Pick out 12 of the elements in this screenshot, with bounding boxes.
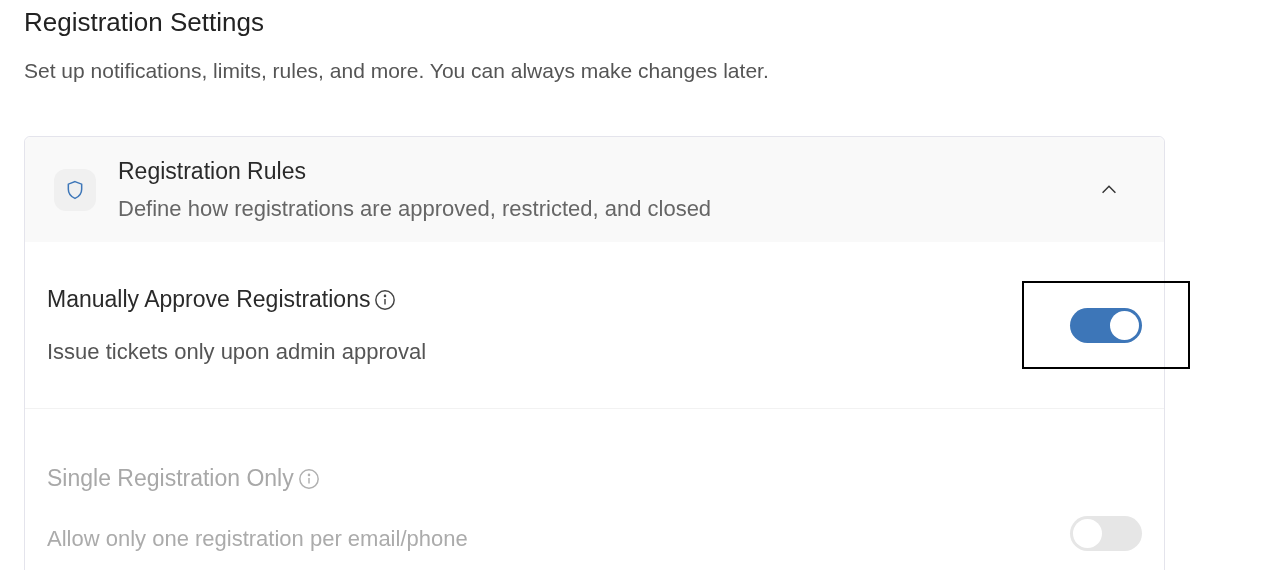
section-title: Registration Rules (118, 156, 307, 186)
section-description: Define how registrations are approved, restricted, and closed (118, 195, 713, 224)
setting-title: Manually Approve Registrations (47, 285, 371, 315)
page-subtitle: Set up notifications, limits, rules, and more. You can always make changes later. (24, 58, 770, 84)
setting-description: Allow only one registration per email/phone (47, 524, 469, 553)
shield-icon (54, 168, 96, 211)
setting-description: Issue tickets only upon admin approval (47, 337, 428, 366)
info-icon[interactable] (374, 288, 397, 311)
toggle-switch[interactable] (1070, 307, 1142, 343)
page-title: Registration Settings (24, 6, 265, 39)
section-header[interactable]: Registration Rules Define how registrations are approved, restricted, and closed (25, 137, 1164, 242)
setting-title: Single Registration Only (47, 464, 294, 494)
